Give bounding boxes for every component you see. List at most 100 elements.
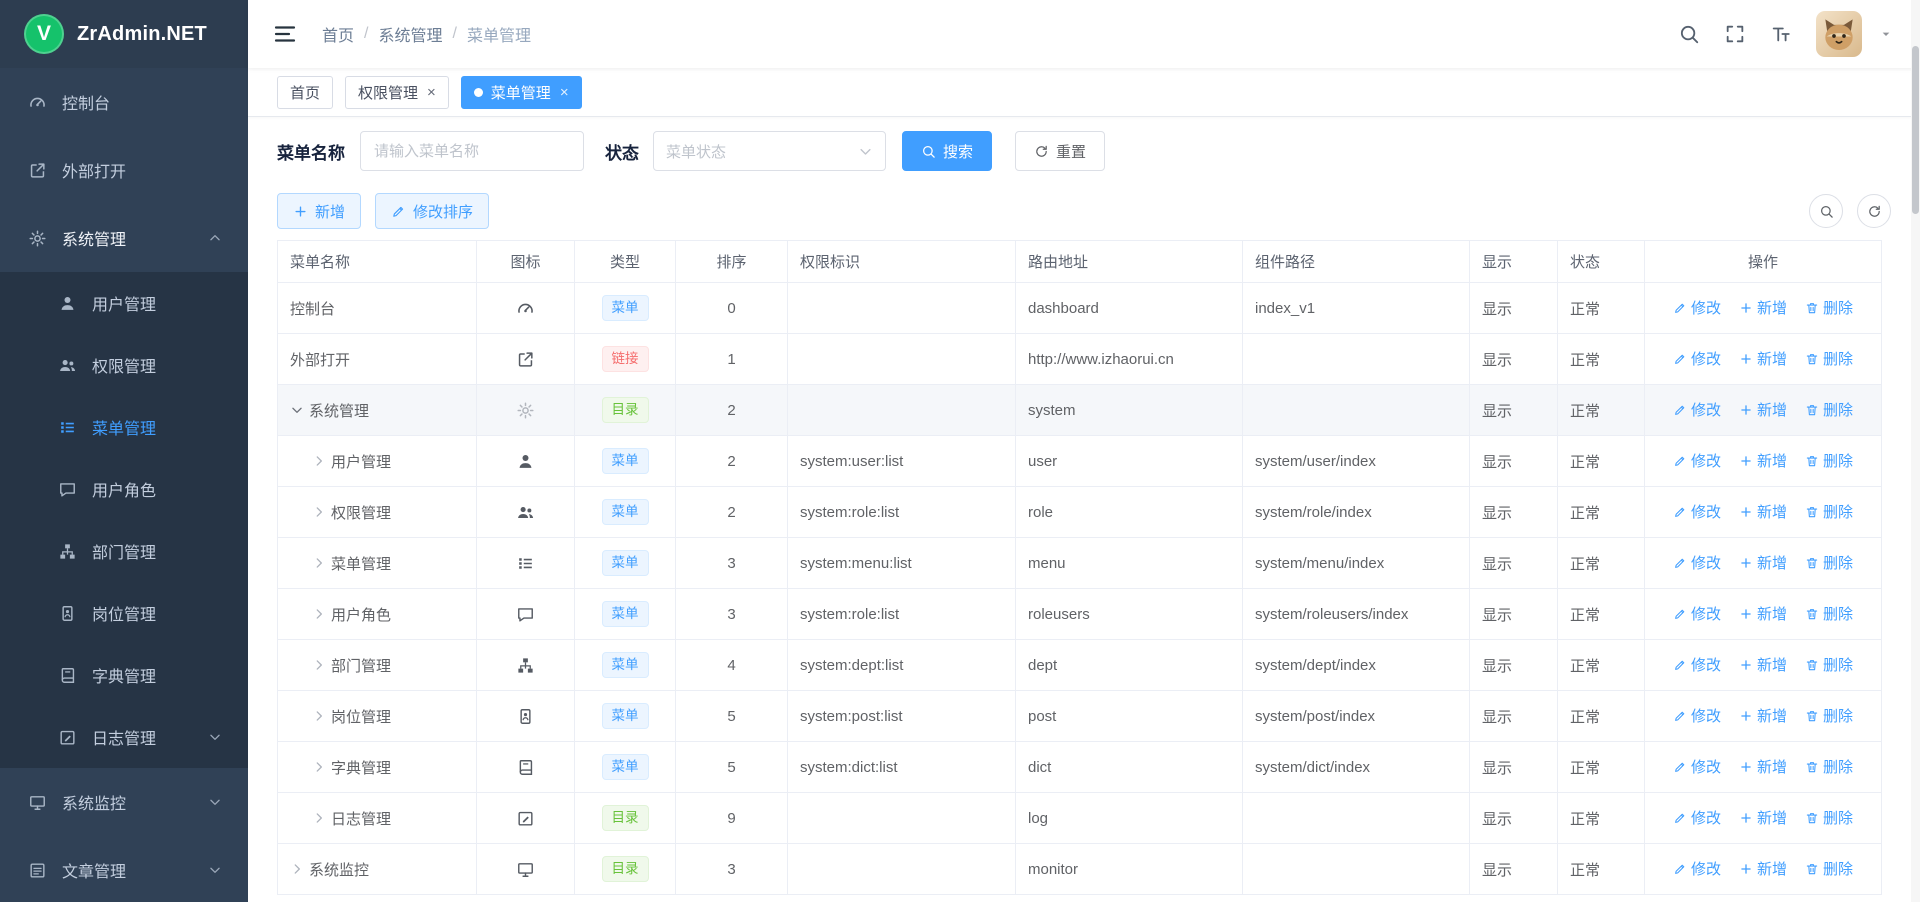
add-row-link[interactable]: 新增 <box>1739 399 1787 420</box>
delete-row-link[interactable]: 删除 <box>1805 756 1853 777</box>
fullscreen-icon[interactable] <box>1724 23 1746 45</box>
add-button[interactable]: 新增 <box>277 193 361 229</box>
edit-row-link[interactable]: 修改 <box>1673 654 1721 675</box>
reset-button[interactable]: 重置 <box>1015 131 1105 171</box>
trash-icon <box>1805 352 1819 366</box>
tab-home[interactable]: 首页 <box>277 76 333 109</box>
delete-row-link[interactable]: 删除 <box>1805 705 1853 726</box>
avatar[interactable] <box>1816 11 1862 57</box>
sidebar-item-dict[interactable]: 字典管理 <box>0 644 248 706</box>
delete-row-link[interactable]: 删除 <box>1805 348 1853 369</box>
add-row-link[interactable]: 新增 <box>1739 501 1787 522</box>
tab-label: 菜单管理 <box>491 82 551 103</box>
op-label: 新增 <box>1757 348 1787 369</box>
edit-row-link[interactable]: 修改 <box>1673 756 1721 777</box>
cell-component <box>1243 334 1470 385</box>
breadcrumb-item[interactable]: 首页 <box>322 22 354 46</box>
delete-row-link[interactable]: 删除 <box>1805 858 1853 879</box>
add-row-link[interactable]: 新增 <box>1739 450 1787 471</box>
font-size-icon[interactable] <box>1770 23 1792 45</box>
trash-icon <box>1805 505 1819 519</box>
delete-row-link[interactable]: 删除 <box>1805 501 1853 522</box>
sidebar-item-menu[interactable]: 菜单管理 <box>0 396 248 458</box>
cell-component <box>1243 844 1470 895</box>
sidebar-item-article[interactable]: 文章管理 <box>0 836 248 902</box>
add-row-link[interactable]: 新增 <box>1739 552 1787 573</box>
sidebar-item-dept[interactable]: 部门管理 <box>0 520 248 582</box>
chevron-right-icon <box>312 811 326 825</box>
cell-menu-name: 用户管理 <box>278 436 477 487</box>
sidebar-item-log[interactable]: 日志管理 <box>0 706 248 768</box>
edit-row-link[interactable]: 修改 <box>1673 552 1721 573</box>
column-header: 排序 <box>676 241 788 283</box>
edit-row-link[interactable]: 修改 <box>1673 297 1721 318</box>
menu-list-icon <box>58 418 77 437</box>
edit-row-link[interactable]: 修改 <box>1673 603 1721 624</box>
search-button[interactable]: 搜索 <box>902 131 992 171</box>
cell-status: 正常 <box>1558 742 1645 793</box>
sidebar-item-dashboard[interactable]: 控制台 <box>0 68 248 136</box>
breadcrumb-item[interactable]: 系统管理 <box>378 22 442 46</box>
sidebar-item-roleusers[interactable]: 用户角色 <box>0 458 248 520</box>
menu-name-text: 系统管理 <box>309 400 369 421</box>
edit-sort-button[interactable]: 修改排序 <box>375 193 489 229</box>
tab-role[interactable]: 权限管理× <box>345 76 449 109</box>
delete-row-link[interactable]: 删除 <box>1805 297 1853 318</box>
edit-row-link[interactable]: 修改 <box>1673 348 1721 369</box>
tab-close-icon[interactable]: × <box>427 85 436 100</box>
delete-row-link[interactable]: 删除 <box>1805 654 1853 675</box>
edit-row-link[interactable]: 修改 <box>1673 807 1721 828</box>
monitor-icon <box>516 860 535 879</box>
badge-icon <box>58 604 77 623</box>
add-row-link[interactable]: 新增 <box>1739 858 1787 879</box>
add-row-link[interactable]: 新增 <box>1739 807 1787 828</box>
add-row-link[interactable]: 新增 <box>1739 705 1787 726</box>
add-row-link[interactable]: 新增 <box>1739 756 1787 777</box>
edit-row-link[interactable]: 修改 <box>1673 705 1721 726</box>
sidebar-item-user[interactable]: 用户管理 <box>0 272 248 334</box>
page-scrollbar[interactable] <box>1911 0 1920 902</box>
sidebar-item-role[interactable]: 权限管理 <box>0 334 248 396</box>
refresh-table-button[interactable] <box>1857 194 1891 228</box>
edit-row-link[interactable]: 修改 <box>1673 399 1721 420</box>
tab-close-icon[interactable]: × <box>560 85 569 100</box>
menu-name-wrap: 用户角色 <box>290 604 464 625</box>
sidebar-item-post[interactable]: 岗位管理 <box>0 582 248 644</box>
user-menu-caret-icon[interactable] <box>1878 26 1894 42</box>
menu-status-select[interactable]: 菜单状态 <box>653 131 886 171</box>
edit-row-link[interactable]: 修改 <box>1673 450 1721 471</box>
edit-row-link[interactable]: 修改 <box>1673 858 1721 879</box>
add-row-link[interactable]: 新增 <box>1739 654 1787 675</box>
add-row-link[interactable]: 新增 <box>1739 297 1787 318</box>
tab-menu[interactable]: 菜单管理 × <box>461 76 582 109</box>
delete-row-link[interactable]: 删除 <box>1805 399 1853 420</box>
op-label: 删除 <box>1823 501 1853 522</box>
cell-component: system/dept/index <box>1243 640 1470 691</box>
table-row-monitor: 系统监控目录3monitor显示正常修改新增删除 <box>278 844 1882 895</box>
delete-row-link[interactable]: 删除 <box>1805 603 1853 624</box>
delete-row-link[interactable]: 删除 <box>1805 552 1853 573</box>
column-header: 类型 <box>575 241 676 283</box>
menu-name-wrap: 系统管理 <box>290 400 464 421</box>
delete-row-link[interactable]: 删除 <box>1805 450 1853 471</box>
edit-row-link[interactable]: 修改 <box>1673 501 1721 522</box>
search-icon <box>921 144 936 159</box>
sidebar-item-external[interactable]: 外部打开 <box>0 136 248 204</box>
sidebar-item-system[interactable]: 系统管理 <box>0 204 248 272</box>
toggle-search-button[interactable] <box>1809 194 1843 228</box>
cell-type: 菜单 <box>575 742 676 793</box>
menu-name-input[interactable] <box>360 131 584 171</box>
sidebar-toggle-button[interactable] <box>272 21 298 47</box>
add-row-link[interactable]: 新增 <box>1739 348 1787 369</box>
cell-sort: 2 <box>676 487 788 538</box>
cell-status: 正常 <box>1558 691 1645 742</box>
cell-sort: 5 <box>676 742 788 793</box>
chevron-right-icon <box>312 454 326 468</box>
cell-menu-name: 岗位管理 <box>278 691 477 742</box>
add-row-link[interactable]: 新增 <box>1739 603 1787 624</box>
delete-row-link[interactable]: 删除 <box>1805 807 1853 828</box>
column-header: 组件路径 <box>1243 241 1470 283</box>
sidebar-item-monitor[interactable]: 系统监控 <box>0 768 248 836</box>
search-icon[interactable] <box>1678 23 1700 45</box>
scrollbar-thumb[interactable] <box>1912 46 1919 214</box>
